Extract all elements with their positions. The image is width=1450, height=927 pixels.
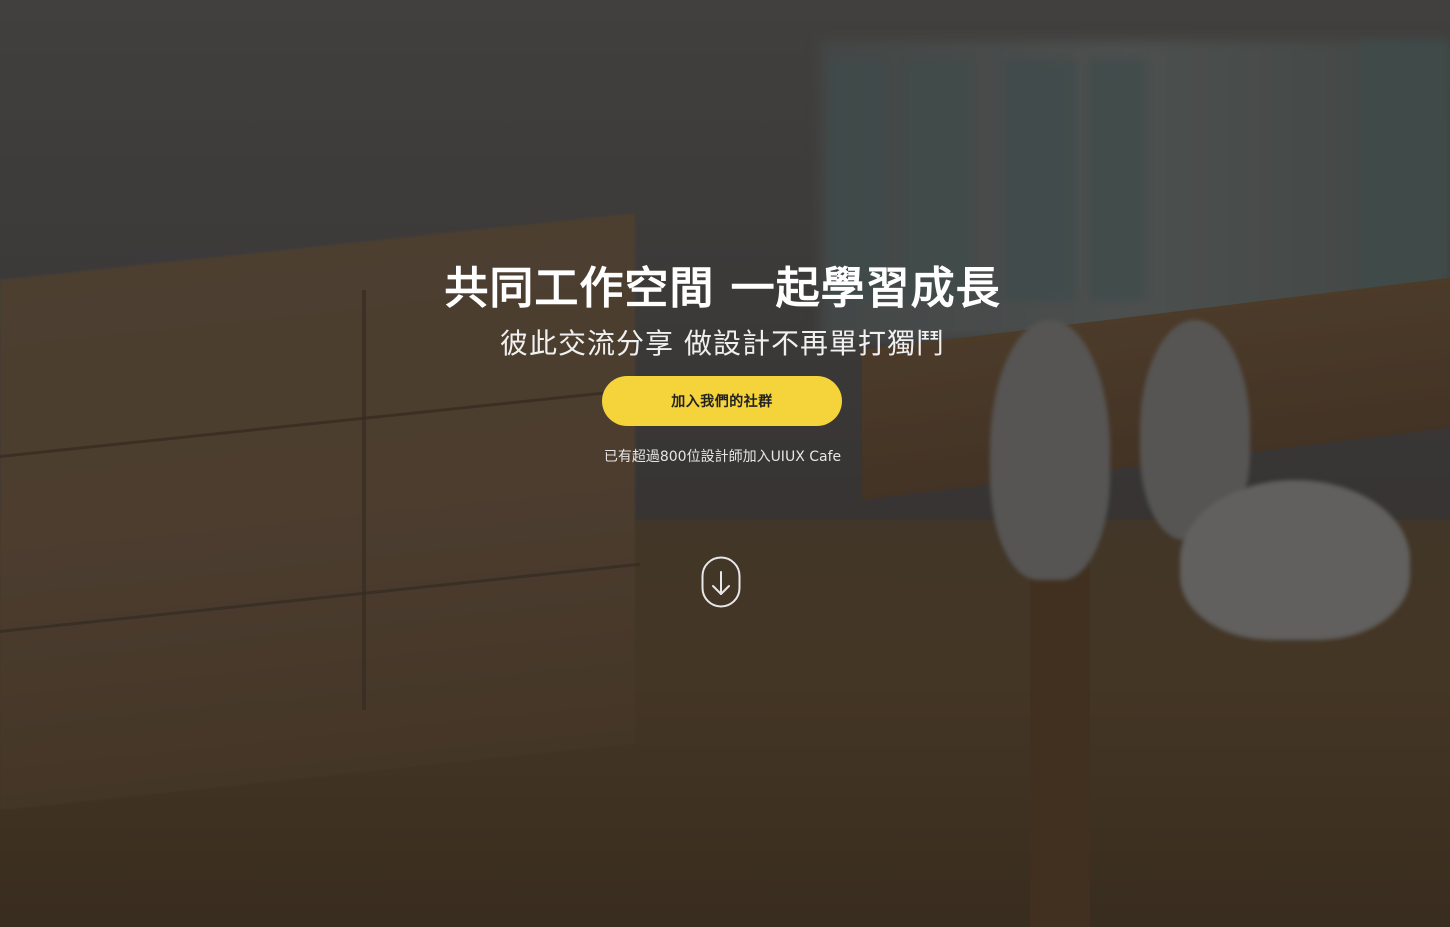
hero-subtitle: 彼此交流分享 做設計不再單打獨鬥	[500, 327, 945, 360]
hero-section: 共同工作空間 一起學習成長 彼此交流分享 做設計不再單打獨鬥 加入我們的社群 已…	[0, 0, 1450, 927]
hero-title: 共同工作空間 一起學習成長	[444, 263, 1001, 314]
arrow-down-circle-icon[interactable]	[701, 556, 741, 608]
member-count-note: 已有超過800位設計師加入UIUX Cafe	[603, 449, 842, 465]
hero-content: 共同工作空間 一起學習成長 彼此交流分享 做設計不再單打獨鬥 加入我們的社群 已…	[0, 0, 1450, 927]
join-community-button[interactable]: 加入我們的社群	[602, 376, 842, 426]
